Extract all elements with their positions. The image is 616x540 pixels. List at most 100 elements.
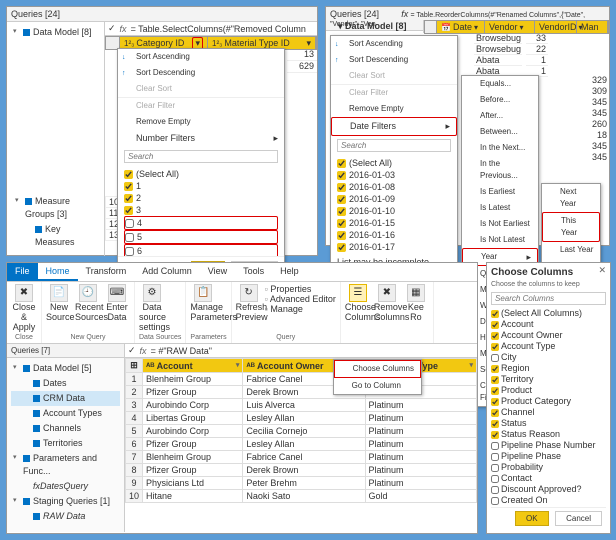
tree-parameters[interactable]: Parameters and Func...: [11, 451, 120, 479]
menu-number-filters[interactable]: Number Filters▸: [118, 130, 284, 147]
btn-manage-parameters[interactable]: 📋Manage Parameters: [190, 284, 216, 323]
menu-sort-asc-2[interactable]: Sort Ascending: [331, 36, 457, 52]
menu-sort-asc[interactable]: Sort Ascending: [118, 49, 284, 65]
chk-3[interactable]: [124, 206, 133, 215]
table-row[interactable]: 8Pfizer GroupDerek BrownPlatinum: [126, 464, 477, 477]
btn-recent-sources[interactable]: 🕘Recent Sources: [75, 284, 101, 323]
col-chk-region[interactable]: Region: [491, 363, 606, 374]
col-chk-pipeline-phase[interactable]: Pipeline Phase: [491, 451, 606, 462]
column-search[interactable]: [491, 292, 606, 305]
col-chk--select-all-columns-[interactable]: (Select All Columns): [491, 308, 606, 319]
col-date[interactable]: 📅 Date ▾: [437, 21, 485, 33]
table-row[interactable]: 4Libertas GroupLesley AllanPlatinum: [126, 412, 477, 425]
chk-2[interactable]: [124, 194, 133, 203]
col-chk-channel[interactable]: Channel: [491, 407, 606, 418]
table-row[interactable]: 5Aurobindo CorpCecilia CornejoPlatinum: [126, 425, 477, 438]
btn-close-apply[interactable]: ✖Close & Apply: [11, 284, 37, 333]
datefilter-before-[interactable]: Before...: [462, 92, 538, 108]
table-row[interactable]: 3Aurobindo CorpLuis AlvercaPlatinum: [126, 399, 477, 412]
col-chk-status-reason[interactable]: Status Reason: [491, 429, 606, 440]
date-chk-6[interactable]: 2016-01-16: [337, 229, 451, 241]
date-chk-0[interactable]: (Select All): [337, 157, 451, 169]
year-next-year[interactable]: Next Year: [542, 184, 600, 212]
datefilter-is-not-latest[interactable]: Is Not Latest: [462, 232, 538, 248]
table-row[interactable]: 7Blenheim GroupFabrice CanelPlatinum: [126, 451, 477, 464]
tree-staging[interactable]: Staging Queries [1]: [11, 494, 120, 509]
tab-transform[interactable]: Transform: [78, 263, 135, 281]
chk-select-all[interactable]: [124, 170, 133, 179]
col-chk-discount-approved-[interactable]: Discount Approved?: [491, 484, 606, 495]
menu-remove-empty[interactable]: Remove Empty: [118, 114, 284, 130]
col-chk-account-owner[interactable]: Account Owner: [491, 330, 606, 341]
col-chk-product[interactable]: Product: [491, 385, 606, 396]
datefilter-in-the-previous-[interactable]: In the Previous...: [462, 156, 538, 184]
chk-1[interactable]: [124, 182, 133, 191]
table-row[interactable]: 6Pfizer GroupLesley AllanPlatinum: [126, 438, 477, 451]
menu-sort-desc-2[interactable]: Sort Descending: [331, 52, 457, 68]
menu-go-to-column[interactable]: Go to Column: [334, 378, 421, 394]
chk-6[interactable]: [125, 247, 134, 256]
date-chk-5[interactable]: 2016-01-15: [337, 217, 451, 229]
tab-add-column[interactable]: Add Column: [134, 263, 200, 281]
col-chk-probability[interactable]: Probability: [491, 462, 606, 473]
tab-view[interactable]: View: [200, 263, 235, 281]
datefilter-is-latest[interactable]: Is Latest: [462, 200, 538, 216]
btn-remove-columns[interactable]: ✖Remove Columns: [374, 284, 400, 323]
tree-measure-groups[interactable]: Measure Groups [3]: [13, 194, 99, 222]
menu-sort-desc[interactable]: Sort Descending: [118, 65, 284, 81]
table-row[interactable]: 2Pfizer GroupDerek BrownPlatinum: [126, 386, 477, 399]
btn-advanced-editor[interactable]: Advanced Editor: [265, 294, 336, 304]
menu-date-filters[interactable]: Date Filters▸: [331, 117, 457, 136]
date-chk-7[interactable]: 2016-01-17: [337, 241, 451, 253]
datefilter-is-not-earliest[interactable]: Is Not Earliest: [462, 216, 538, 232]
btn-choose-columns[interactable]: ☰Choose Columns: [345, 284, 371, 323]
col-vendorid[interactable]: VendorID ▾: [535, 21, 577, 33]
tree-dates[interactable]: Dates: [11, 376, 120, 391]
tab-home[interactable]: Home: [38, 263, 78, 281]
date-chk-2[interactable]: 2016-01-08: [337, 181, 451, 193]
col-chk-account[interactable]: Account: [491, 319, 606, 330]
ok-button-4[interactable]: OK: [515, 511, 549, 526]
col-chk-status[interactable]: Status: [491, 418, 606, 429]
datefilter-between-[interactable]: Between...: [462, 124, 538, 140]
close-icon[interactable]: ✕: [598, 265, 606, 276]
menu-remove-empty-2[interactable]: Remove Empty: [331, 101, 457, 117]
col-chk-account-type[interactable]: Account Type: [491, 341, 606, 352]
date-chk-4[interactable]: 2016-01-10: [337, 205, 451, 217]
tree-channels[interactable]: Channels: [11, 421, 120, 436]
btn-refresh-preview[interactable]: ↻Refresh Preview: [236, 284, 262, 323]
year-last-year[interactable]: Last Year: [542, 242, 600, 258]
btn-data-source-settings[interactable]: ⚙Data source settings: [139, 284, 165, 333]
col-chk-city[interactable]: City: [491, 352, 606, 363]
tree-data-model-3[interactable]: Data Model [5]: [11, 361, 120, 376]
col-chk-territory[interactable]: Territory: [491, 374, 606, 385]
btn-new-source[interactable]: 📄New Source: [46, 284, 72, 323]
cancel-button-4[interactable]: Cancel: [555, 511, 602, 526]
date-chk-3[interactable]: 2016-01-09: [337, 193, 451, 205]
tree-crm-data[interactable]: CRM Data: [11, 391, 120, 406]
date-search[interactable]: [337, 139, 451, 152]
table-row[interactable]: 9Physicians LtdPeter BrehmPlatinum: [126, 477, 477, 490]
tree-territories[interactable]: Territories: [11, 436, 120, 451]
tree-account-types[interactable]: Account Types: [11, 406, 120, 421]
table-row[interactable]: 1Blenheim GroupFabrice CanelPlatinum: [126, 373, 477, 386]
btn-manage[interactable]: Manage: [265, 304, 336, 314]
date-chk-1[interactable]: 2016-01-03: [337, 169, 451, 181]
tab-file[interactable]: File: [7, 263, 38, 281]
col-account[interactable]: ᴬᴮ Account▾: [143, 359, 243, 373]
chk-4[interactable]: [125, 219, 134, 228]
tree-fxdatesquery[interactable]: fxDatesQuery: [11, 479, 120, 494]
btn-enter-data[interactable]: ⌨Enter Data: [104, 284, 130, 323]
tab-help[interactable]: Help: [272, 263, 307, 281]
col-chk-product-category[interactable]: Product Category: [491, 396, 606, 407]
tree-key-measures[interactable]: Key Measures: [13, 222, 99, 250]
datefilter-is-earliest[interactable]: Is Earliest: [462, 184, 538, 200]
datefilter-after-[interactable]: After...: [462, 108, 538, 124]
tree-raw-data[interactable]: RAW Data: [11, 509, 120, 524]
col-chk-pipeline-phase-number[interactable]: Pipeline Phase Number: [491, 440, 606, 451]
year-this-year[interactable]: This Year: [542, 212, 600, 242]
btn-keep-rows[interactable]: ▦Kee Ro: [403, 284, 429, 323]
col-chk-created-on[interactable]: Created On: [491, 495, 606, 506]
tab-tools[interactable]: Tools: [235, 263, 272, 281]
col-vendor[interactable]: Vendor ▾: [485, 21, 535, 33]
